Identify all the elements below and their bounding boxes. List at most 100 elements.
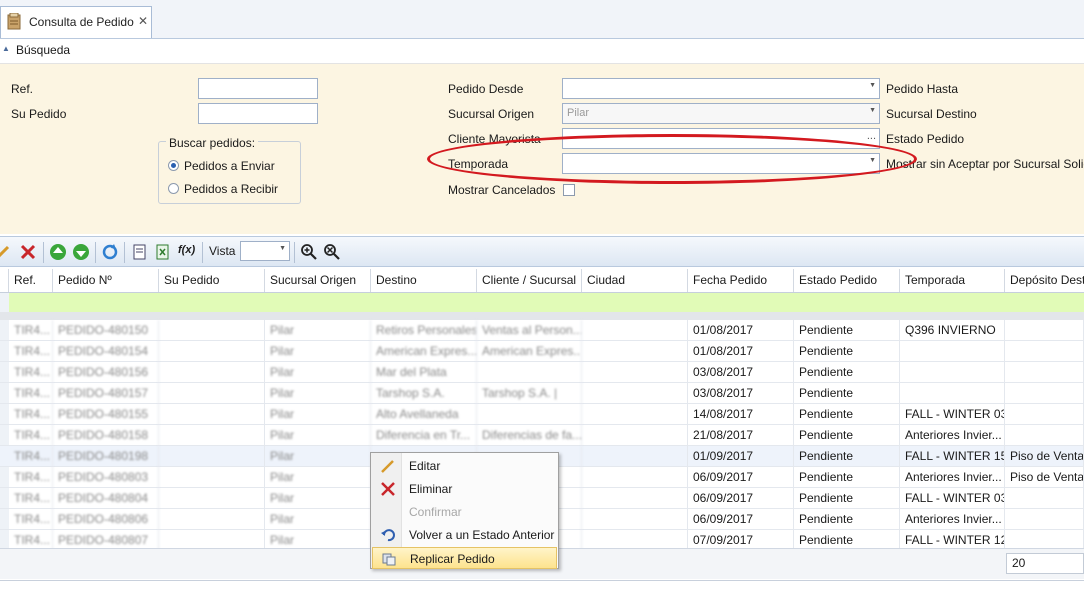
su-pedido-input[interactable] xyxy=(198,103,318,124)
cell-deposito xyxy=(1005,404,1084,425)
close-icon[interactable]: ✕ xyxy=(138,14,148,28)
col-header-temporada[interactable]: Temporada xyxy=(900,269,1005,292)
cell-temporada xyxy=(900,383,1005,404)
cell-ciudad xyxy=(582,509,688,530)
table-row[interactable]: TIR4... PEDIDO-480156 Pilar Mar del Plata 03… xyxy=(0,362,1084,383)
print-preview-icon[interactable] xyxy=(131,243,149,261)
col-header-destino[interactable]: Destino xyxy=(371,269,477,292)
pedidos-enviar-label[interactable]: Pedidos a Enviar xyxy=(184,159,275,173)
document-icon xyxy=(7,13,21,30)
col-header-estado[interactable]: Estado Pedido xyxy=(794,269,900,292)
cell-destino: Tarshop S.A. xyxy=(371,383,477,404)
cell-fecha: 14/08/2017 xyxy=(688,404,794,425)
col-header-ciudad[interactable]: Ciudad xyxy=(582,269,688,292)
col-header-su-pedido[interactable]: Su Pedido xyxy=(159,269,265,292)
bottom-scrollbar[interactable] xyxy=(0,580,1084,592)
menu-item-volver-estado[interactable]: Volver a un Estado Anterior xyxy=(372,524,557,546)
cell-ciudad xyxy=(582,341,688,362)
cell-temporada: Q396 INVIERNO xyxy=(900,320,1005,341)
toolbar-separator xyxy=(202,242,203,263)
cell-pedido: PEDIDO-480806 xyxy=(53,509,159,530)
edit-pencil-icon[interactable] xyxy=(0,243,12,261)
toolbar: f(x) Vista ▼ xyxy=(0,236,1084,267)
pedido-desde-label: Pedido Desde xyxy=(448,82,524,96)
cell-ref: TIR4... xyxy=(9,383,53,404)
cell-ref: TIR4... xyxy=(9,362,53,383)
cell-ciudad xyxy=(582,404,688,425)
cell-sucursal-origen: Pilar xyxy=(265,446,371,467)
menu-item-editar[interactable]: Editar xyxy=(372,455,557,477)
table-row[interactable]: TIR4... PEDIDO-480158 Pilar Diferencia en T… xyxy=(0,425,1084,446)
pedidos-enviar-radio[interactable] xyxy=(168,160,179,171)
cell-estado: Pendiente xyxy=(794,467,900,488)
col-header-cliente[interactable]: Cliente / Sucursal xyxy=(477,269,582,292)
move-down-icon[interactable] xyxy=(72,243,90,261)
cell-pedido: PEDIDO-480198 xyxy=(53,446,159,467)
cell-ciudad xyxy=(582,488,688,509)
cell-su-pedido xyxy=(159,509,265,530)
col-header-deposito[interactable]: Depósito Dest xyxy=(1005,269,1084,292)
pedidos-recibir-label[interactable]: Pedidos a Recibir xyxy=(184,182,278,196)
chevron-down-icon[interactable]: ▼ xyxy=(869,107,876,114)
cell-sucursal-origen: Pilar xyxy=(265,320,371,341)
table-row[interactable]: TIR4... PEDIDO-480157 Pilar Tarshop S.A. Tar… xyxy=(0,383,1084,404)
sucursal-origen-combo[interactable]: Pilar ▼ xyxy=(562,103,880,124)
cell-cliente xyxy=(477,404,582,425)
cell-cliente: Tarshop S.A. | xyxy=(477,383,582,404)
delete-x-icon[interactable] xyxy=(19,243,37,261)
collapse-arrow-icon[interactable]: ▲ xyxy=(2,44,10,53)
move-up-icon[interactable] xyxy=(49,243,67,261)
mostrar-cancelados-checkbox[interactable] xyxy=(563,184,575,196)
page-size-field[interactable]: 20 xyxy=(1006,553,1084,574)
cell-deposito xyxy=(1005,425,1084,446)
busqueda-group-header[interactable]: ▲ Búsqueda xyxy=(0,39,1084,64)
auto-filter-row[interactable] xyxy=(9,293,1084,312)
cell-fecha: 06/09/2017 xyxy=(688,467,794,488)
table-row[interactable]: TIR4... PEDIDO-480150 Pilar Retiros Persona… xyxy=(0,320,1084,341)
cell-cliente: Diferencias de fa... xyxy=(477,425,582,446)
menu-item-replicar-pedido[interactable]: Replicar Pedido xyxy=(372,547,557,569)
table-row[interactable]: TIR4... PEDIDO-480155 Pilar Alto Avellaneda… xyxy=(0,404,1084,425)
zoom-in-icon[interactable] xyxy=(300,243,318,261)
sucursal-destino-label: Sucursal Destino xyxy=(886,107,977,121)
pedidos-recibir-radio[interactable] xyxy=(168,183,179,194)
buscar-pedidos-legend: Buscar pedidos: xyxy=(166,136,259,150)
table-row[interactable]: TIR4... PEDIDO-480154 Pilar American Expres… xyxy=(0,341,1084,362)
cell-temporada: Anteriores Invier... xyxy=(900,467,1005,488)
toolbar-separator xyxy=(95,242,96,263)
chevron-down-icon[interactable]: ▼ xyxy=(869,82,876,89)
context-menu: Editar Eliminar Confirmar Volver a un Es… xyxy=(370,452,559,569)
cell-fecha: 03/08/2017 xyxy=(688,362,794,383)
tab-consulta-pedido[interactable]: Consulta de Pedido ✕ xyxy=(0,6,152,38)
col-header-ref[interactable]: Ref. xyxy=(9,269,53,292)
vista-combo[interactable]: ▼ xyxy=(240,241,290,261)
refresh-icon[interactable] xyxy=(101,243,119,261)
cell-ref: TIR4... xyxy=(9,446,53,467)
cell-pedido: PEDIDO-480156 xyxy=(53,362,159,383)
tab-strip xyxy=(0,0,1084,39)
formula-icon[interactable]: f(x) xyxy=(178,244,200,262)
cell-su-pedido xyxy=(159,446,265,467)
col-header-pedido[interactable]: Pedido Nº xyxy=(53,269,159,292)
col-header-sucursal-origen[interactable]: Sucursal Origen xyxy=(265,269,371,292)
menu-item-label: Replicar Pedido xyxy=(410,552,495,566)
cell-destino: American Expres... xyxy=(371,341,477,362)
cell-su-pedido xyxy=(159,341,265,362)
export-excel-icon[interactable] xyxy=(154,243,172,261)
cell-ref: TIR4... xyxy=(9,341,53,362)
zoom-out-icon[interactable] xyxy=(323,243,341,261)
cell-fecha: 01/09/2017 xyxy=(688,446,794,467)
cell-ciudad xyxy=(582,362,688,383)
cell-su-pedido xyxy=(159,362,265,383)
col-header-fecha[interactable]: Fecha Pedido xyxy=(688,269,794,292)
ellipsis-button[interactable]: ... xyxy=(867,130,876,142)
pedido-desde-combo[interactable]: ▼ xyxy=(562,78,880,99)
menu-item-label: Confirmar xyxy=(409,505,462,519)
ref-input[interactable] xyxy=(198,78,318,99)
chevron-down-icon[interactable]: ▼ xyxy=(279,245,286,252)
menu-item-eliminar[interactable]: Eliminar xyxy=(372,478,557,500)
cell-su-pedido xyxy=(159,425,265,446)
cell-pedido: PEDIDO-480150 xyxy=(53,320,159,341)
cell-estado: Pendiente xyxy=(794,362,900,383)
cell-deposito: Piso de Venta xyxy=(1005,467,1084,488)
